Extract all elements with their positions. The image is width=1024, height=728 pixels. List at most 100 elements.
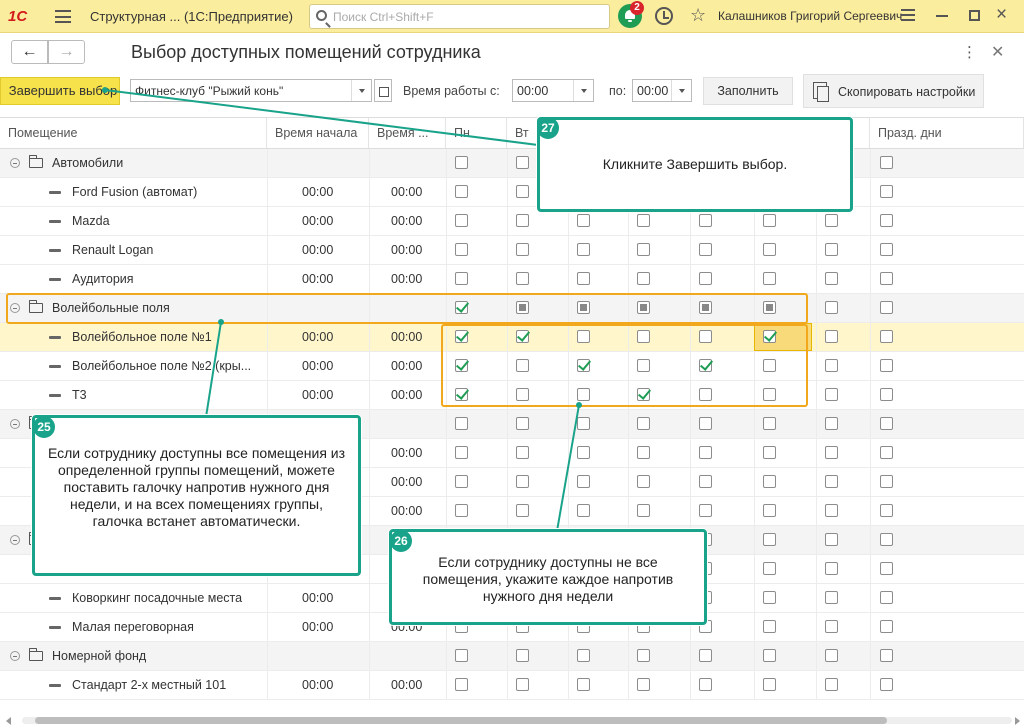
day-checkbox[interactable] <box>699 475 712 488</box>
end-time[interactable]: 00:00 <box>391 497 422 525</box>
end-time[interactable]: 00:00 <box>391 207 422 235</box>
day-checkbox[interactable] <box>455 272 468 285</box>
day-checkbox[interactable] <box>577 678 590 691</box>
day-checkbox[interactable] <box>763 591 776 604</box>
day-checkbox[interactable] <box>699 214 712 227</box>
chevron-down-icon[interactable] <box>671 80 691 101</box>
day-checkbox[interactable] <box>455 214 468 227</box>
day-checkbox[interactable] <box>455 475 468 488</box>
day-checkbox[interactable] <box>825 504 838 517</box>
day-checkbox[interactable] <box>825 417 838 430</box>
global-search-input[interactable]: Поиск Ctrl+Shift+F <box>309 4 610 29</box>
day-checkbox[interactable] <box>637 243 650 256</box>
day-checkbox[interactable] <box>455 504 468 517</box>
finish-selection-button[interactable]: Завершить выбор <box>0 77 120 105</box>
day-checkbox[interactable] <box>577 243 590 256</box>
day-checkbox[interactable] <box>516 649 529 662</box>
day-checkbox[interactable] <box>637 214 650 227</box>
day-checkbox[interactable] <box>637 504 650 517</box>
main-menu-icon[interactable] <box>55 10 71 23</box>
time-from-field[interactable]: 00:00 <box>512 79 594 102</box>
group-row[interactable]: Автомобили <box>0 149 1024 178</box>
collapse-icon[interactable] <box>10 535 20 545</box>
day-checkbox[interactable] <box>825 562 838 575</box>
day-checkbox[interactable] <box>763 243 776 256</box>
end-time[interactable]: 00:00 <box>391 265 422 293</box>
day-checkbox[interactable] <box>825 359 838 372</box>
end-time[interactable]: 00:00 <box>391 468 422 496</box>
day-checkbox[interactable] <box>825 243 838 256</box>
scroll-right-icon[interactable] <box>1015 717 1020 725</box>
day-checkbox[interactable] <box>763 272 776 285</box>
day-checkbox[interactable] <box>825 533 838 546</box>
day-checkbox[interactable] <box>455 446 468 459</box>
minimize-icon[interactable] <box>936 15 948 17</box>
day-checkbox[interactable] <box>825 591 838 604</box>
history-icon[interactable] <box>655 7 673 25</box>
day-checkbox[interactable] <box>825 272 838 285</box>
start-time[interactable]: 00:00 <box>302 381 333 409</box>
day-checkbox[interactable] <box>577 417 590 430</box>
collapse-icon[interactable] <box>10 158 20 168</box>
day-checkbox[interactable] <box>880 156 893 169</box>
day-checkbox[interactable] <box>699 417 712 430</box>
day-checkbox[interactable] <box>880 678 893 691</box>
start-time[interactable]: 00:00 <box>302 584 333 612</box>
day-checkbox[interactable] <box>825 301 838 314</box>
club-select[interactable]: Фитнес-клуб "Рыжий конь" <box>130 79 372 102</box>
start-time[interactable]: 00:00 <box>302 178 333 206</box>
day-checkbox[interactable] <box>880 475 893 488</box>
day-checkbox[interactable] <box>880 272 893 285</box>
day-checkbox[interactable] <box>880 330 893 343</box>
start-time[interactable]: 00:00 <box>302 265 333 293</box>
fill-button[interactable]: Заполнить <box>703 77 793 105</box>
day-checkbox[interactable] <box>763 446 776 459</box>
day-checkbox[interactable] <box>577 446 590 459</box>
settings-menu-icon[interactable] <box>901 9 915 23</box>
chevron-down-icon[interactable] <box>573 80 593 101</box>
day-checkbox[interactable] <box>455 417 468 430</box>
day-checkbox[interactable] <box>880 417 893 430</box>
day-checkbox[interactable] <box>825 446 838 459</box>
start-time[interactable]: 00:00 <box>302 671 333 699</box>
day-checkbox[interactable] <box>880 533 893 546</box>
day-checkbox[interactable] <box>880 562 893 575</box>
day-checkbox[interactable] <box>516 678 529 691</box>
day-checkbox[interactable] <box>763 504 776 517</box>
day-checkbox[interactable] <box>880 504 893 517</box>
day-checkbox[interactable] <box>516 185 529 198</box>
day-checkbox[interactable] <box>516 156 529 169</box>
day-checkbox[interactable] <box>516 272 529 285</box>
user-name[interactable]: Калашников Григорий Сергеевич <box>718 9 902 23</box>
form-close-icon[interactable]: ✕ <box>991 42 1004 62</box>
time-to-field[interactable]: 00:00 <box>632 79 692 102</box>
maximize-icon[interactable] <box>969 10 980 21</box>
day-checkbox[interactable] <box>825 620 838 633</box>
day-checkbox[interactable] <box>516 504 529 517</box>
scroll-thumb[interactable] <box>35 717 887 724</box>
day-checkbox[interactable] <box>577 649 590 662</box>
day-checkbox[interactable] <box>577 272 590 285</box>
scroll-left-icon[interactable] <box>6 717 11 725</box>
day-checkbox[interactable] <box>763 533 776 546</box>
day-checkbox[interactable] <box>880 359 893 372</box>
day-checkbox[interactable] <box>637 475 650 488</box>
forward-button[interactable]: → <box>48 40 85 64</box>
column-header[interactable]: Пн <box>446 118 507 148</box>
day-checkbox[interactable] <box>637 417 650 430</box>
day-checkbox[interactable] <box>880 649 893 662</box>
day-checkbox[interactable] <box>880 446 893 459</box>
day-checkbox[interactable] <box>577 504 590 517</box>
1c-logo[interactable]: 1С <box>8 8 38 25</box>
start-time[interactable]: 00:00 <box>302 613 333 641</box>
group-row[interactable]: Номерной фонд <box>0 642 1024 671</box>
start-time[interactable]: 00:00 <box>302 352 333 380</box>
day-checkbox[interactable] <box>516 475 529 488</box>
end-time[interactable]: 00:00 <box>391 352 422 380</box>
day-checkbox[interactable] <box>577 475 590 488</box>
day-checkbox[interactable] <box>880 591 893 604</box>
day-checkbox[interactable] <box>880 620 893 633</box>
day-checkbox[interactable] <box>637 678 650 691</box>
day-checkbox[interactable] <box>516 446 529 459</box>
table-row[interactable]: Стандарт 2-х местный 101 00:00 00:00 <box>0 671 1024 700</box>
